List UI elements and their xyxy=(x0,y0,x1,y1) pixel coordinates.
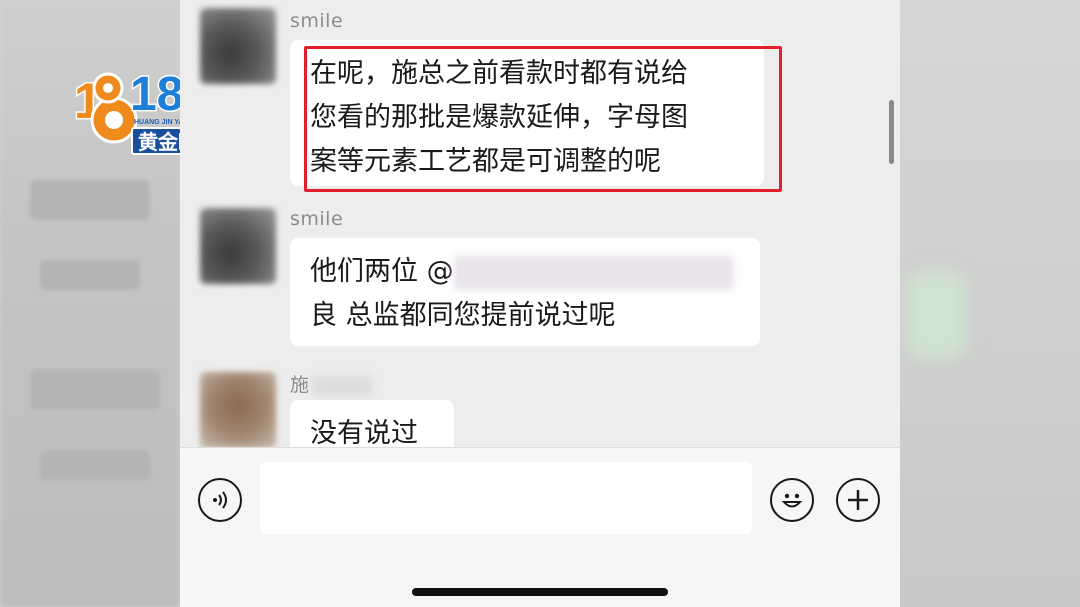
blurred-right-background xyxy=(900,0,1080,607)
add-button[interactable] xyxy=(836,478,880,522)
plus-icon xyxy=(848,490,868,510)
sender-name: 施 xyxy=(290,370,372,397)
message-line: 良 总监都同您提前说过呢 xyxy=(310,300,616,331)
avatar[interactable] xyxy=(200,208,276,284)
emoji-icon xyxy=(781,493,803,508)
redacted-name xyxy=(311,375,372,396)
redacted-mention xyxy=(453,255,734,290)
svg-text:18: 18 xyxy=(130,68,183,121)
avatar[interactable] xyxy=(200,372,276,448)
highlight-box xyxy=(304,46,782,192)
input-bar xyxy=(180,447,900,607)
message-bubble[interactable]: 他们两位 @ 良 总监都同您提前说过呢 xyxy=(290,238,760,346)
avatar[interactable] xyxy=(200,8,276,84)
voice-button[interactable] xyxy=(198,478,242,522)
home-indicator[interactable] xyxy=(412,588,668,596)
chat-screen: smile 在呢，施总之前看款时都有说给 您看的那批是爆款延伸，字母图 案等元素… xyxy=(180,0,900,607)
scrollbar[interactable] xyxy=(889,100,894,164)
voice-icon xyxy=(213,491,227,509)
sender-name: smile xyxy=(290,208,344,230)
message-text: 他们两位 @ xyxy=(310,256,454,287)
emoji-button[interactable] xyxy=(770,478,814,522)
message-input[interactable] xyxy=(260,462,752,534)
sender-name: smile xyxy=(290,10,344,32)
